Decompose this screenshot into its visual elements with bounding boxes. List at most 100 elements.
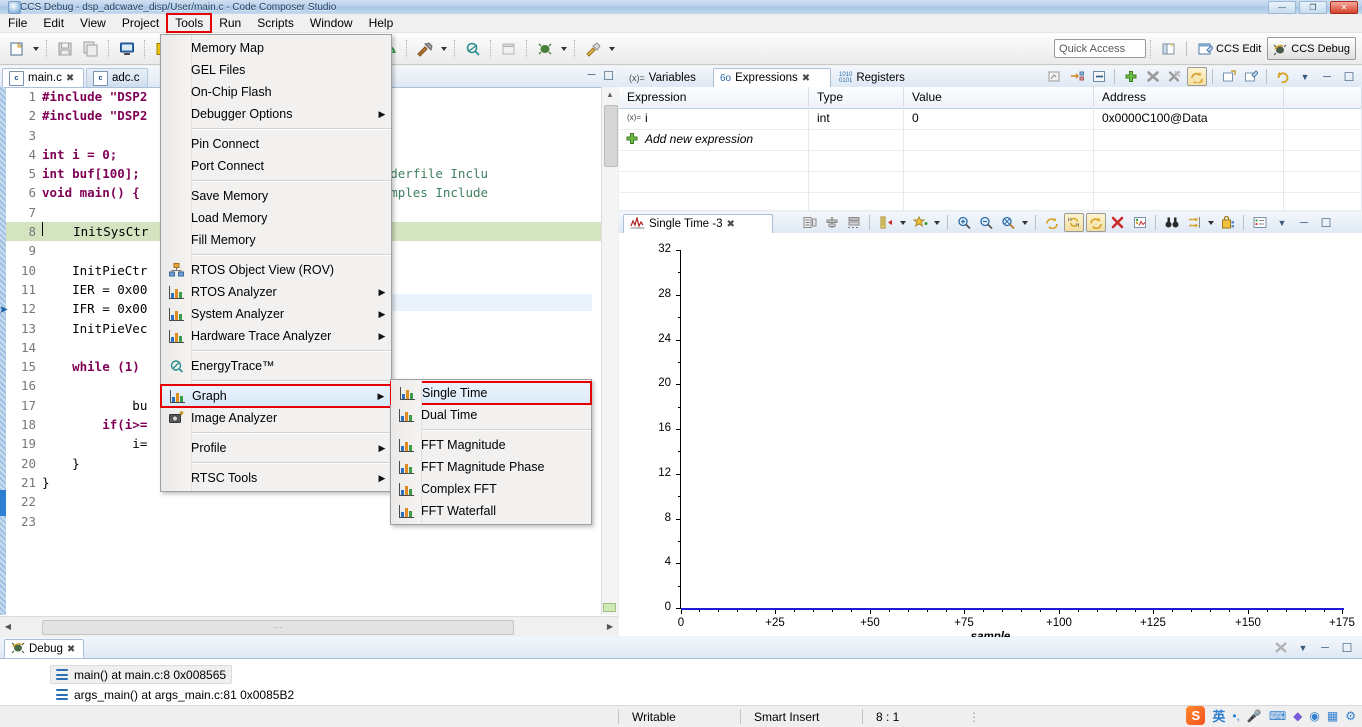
stack-frame-row[interactable]: args_main() at args_main.c:81 0x0085B2 [50, 685, 294, 704]
properties-icon[interactable] [800, 213, 820, 232]
minimize-icon[interactable]: ─ [587, 69, 595, 83]
lock-icon[interactable] [1218, 213, 1238, 232]
menu-help[interactable]: Help [361, 14, 402, 32]
run-debug-icon[interactable] [533, 37, 557, 61]
menu-scripts[interactable]: Scripts [249, 14, 302, 32]
cell-value[interactable]: 0 [904, 108, 1094, 129]
close-icon[interactable]: ✖ [66, 73, 74, 84]
run-dropdown-icon[interactable] [561, 46, 567, 51]
table-row[interactable]: Add new expression [619, 129, 1362, 151]
graph-plot-area[interactable]: 0 4 8 12 16 20 24 28 32 0 +25 +50 +75 +1… [619, 233, 1362, 643]
export-data-icon[interactable] [1130, 213, 1150, 232]
tab-variables[interactable]: (x)= Variables [623, 68, 711, 87]
stack-frame-row[interactable]: main() at main.c:8 0x008565 [50, 665, 233, 684]
table-row[interactable]: (x)= i int 0 0x0000C100@Data [619, 108, 1362, 130]
menu-run[interactable]: Run [211, 14, 249, 32]
scroll-thumb[interactable] [604, 105, 618, 167]
new-icon[interactable] [5, 37, 29, 61]
editor-tab-main-c[interactable]: c main.c ✖ [2, 68, 84, 87]
close-button[interactable]: ✕ [1330, 0, 1358, 14]
build-dropdown-icon[interactable] [441, 46, 447, 51]
editor-vertical-scrollbar[interactable]: ▲ ▼ [601, 87, 618, 615]
zoom-in-icon[interactable] [954, 213, 974, 232]
tab-registers[interactable]: 1010 0101 Registers [833, 68, 915, 87]
menu-project[interactable]: Project [114, 14, 167, 32]
sogou-logo-icon[interactable]: S [1186, 706, 1206, 725]
goto-dropdown-icon[interactable] [1208, 220, 1214, 225]
legend-icon[interactable] [1250, 213, 1270, 232]
build-icon[interactable] [413, 37, 437, 61]
clear-data-icon[interactable] [1108, 213, 1128, 232]
status-drag-handle[interactable]: ⋮ [962, 710, 987, 724]
show-details-icon[interactable] [1067, 67, 1087, 86]
cursor-mode-icon[interactable] [876, 213, 896, 232]
apps-icon[interactable]: ▦ [1327, 709, 1338, 723]
new-window-icon[interactable] [497, 37, 521, 61]
align-center-icon[interactable] [822, 213, 842, 232]
menu-item-system-analyzer[interactable]: System Analyzer ▶ [161, 303, 391, 325]
view-menu-icon[interactable]: ▼ [1293, 638, 1313, 657]
marker-dropdown-icon[interactable] [934, 220, 940, 225]
menu-item-port-connect[interactable]: Port Connect [161, 155, 391, 177]
maximize-icon[interactable]: ☐ [1316, 213, 1336, 232]
align-bottom-icon[interactable] [844, 213, 864, 232]
cursor-dropdown-icon[interactable] [900, 220, 906, 225]
menu-item-rtos-analyzer[interactable]: RTOS Analyzer ▶ [161, 281, 391, 303]
minimize-icon[interactable]: ─ [1315, 638, 1335, 657]
scroll-left-icon[interactable]: ◀ [0, 618, 16, 635]
restore-button[interactable]: ❐ [1299, 0, 1327, 14]
add-expression-icon[interactable] [1121, 67, 1141, 86]
skin-icon[interactable]: ◆ [1293, 709, 1302, 723]
minimize-icon[interactable]: ─ [1317, 67, 1337, 86]
menu-item-save-memory[interactable]: Save Memory [161, 185, 391, 207]
perspective-ccs-debug[interactable]: CCS Debug [1267, 37, 1356, 60]
close-icon[interactable]: ✖ [802, 73, 810, 84]
binoculars-icon[interactable] [1162, 213, 1182, 232]
collapse-all-icon[interactable] [1089, 67, 1109, 86]
keyboard-icon[interactable]: ⌨ [1269, 709, 1286, 723]
ime-mode-label[interactable]: 英 [1212, 706, 1225, 725]
save-icon[interactable] [53, 37, 77, 61]
minimize-icon[interactable]: ─ [1294, 213, 1314, 232]
tab-expressions[interactable]: 6ο Expressions ✖ [713, 68, 831, 87]
continuous-refresh-icon[interactable] [1187, 67, 1207, 86]
column-header-value[interactable]: Value [904, 87, 1094, 108]
editor-horizontal-scrollbar[interactable]: ◀ ⋯ ▶ [0, 616, 618, 636]
maximize-icon[interactable]: ☐ [1339, 67, 1359, 86]
menu-item-image-analyzer[interactable]: Image Analyzer [161, 407, 391, 429]
menu-item-energytrace[interactable]: EnergyTrace™ [161, 355, 391, 377]
cast-pointer-icon[interactable] [1045, 67, 1065, 86]
menu-item-rtsc-tools[interactable]: RTSC Tools ▶ [161, 467, 391, 489]
maximize-icon[interactable]: ☐ [1337, 638, 1357, 657]
external-tools-dropdown-icon[interactable] [609, 46, 615, 51]
add-marker-icon[interactable] [910, 213, 930, 232]
refresh-icon[interactable] [1273, 67, 1293, 86]
menu-file[interactable]: File [0, 14, 35, 32]
menu-item-on-chip-flash[interactable]: On-Chip Flash [161, 81, 391, 103]
maximize-icon[interactable]: ☐ [603, 69, 614, 83]
quick-access-input[interactable]: Quick Access [1054, 39, 1147, 58]
tab-debug[interactable]: Debug ✖ [4, 639, 84, 658]
menu-item-pin-connect[interactable]: Pin Connect [161, 133, 391, 155]
continuous-refresh-icon[interactable] [1086, 213, 1106, 232]
menu-tools[interactable]: Tools [166, 13, 213, 33]
column-header-type[interactable]: Type [809, 87, 904, 108]
disconnect-icon[interactable] [1271, 638, 1291, 657]
goto-icon[interactable] [1184, 213, 1204, 232]
new-window-icon[interactable] [1219, 67, 1239, 86]
new-editor-icon[interactable] [1241, 67, 1261, 86]
menu-item-rtos-object-view[interactable]: RTOS Object View (ROV) [161, 259, 391, 281]
zoom-reset-icon[interactable] [998, 213, 1018, 232]
open-perspective-icon[interactable] [1157, 37, 1181, 61]
refresh-icon[interactable] [1042, 213, 1062, 232]
zoom-dropdown-icon[interactable] [1022, 220, 1028, 225]
view-menu-icon[interactable]: ▼ [1272, 213, 1292, 232]
view-menu-icon[interactable]: ▼ [1295, 67, 1315, 86]
scroll-right-icon[interactable]: ▶ [602, 618, 618, 635]
halt-refresh-icon[interactable]: HH [1064, 213, 1084, 232]
editor-tab-adc-c[interactable]: c adc.c [86, 68, 148, 87]
menu-item-graph[interactable]: Graph ▶ [160, 384, 392, 408]
new-dropdown-icon[interactable] [33, 46, 39, 51]
voice-input-icon[interactable]: 🎤 [1247, 709, 1262, 723]
toolbox-icon[interactable]: ◉ [1309, 709, 1319, 723]
